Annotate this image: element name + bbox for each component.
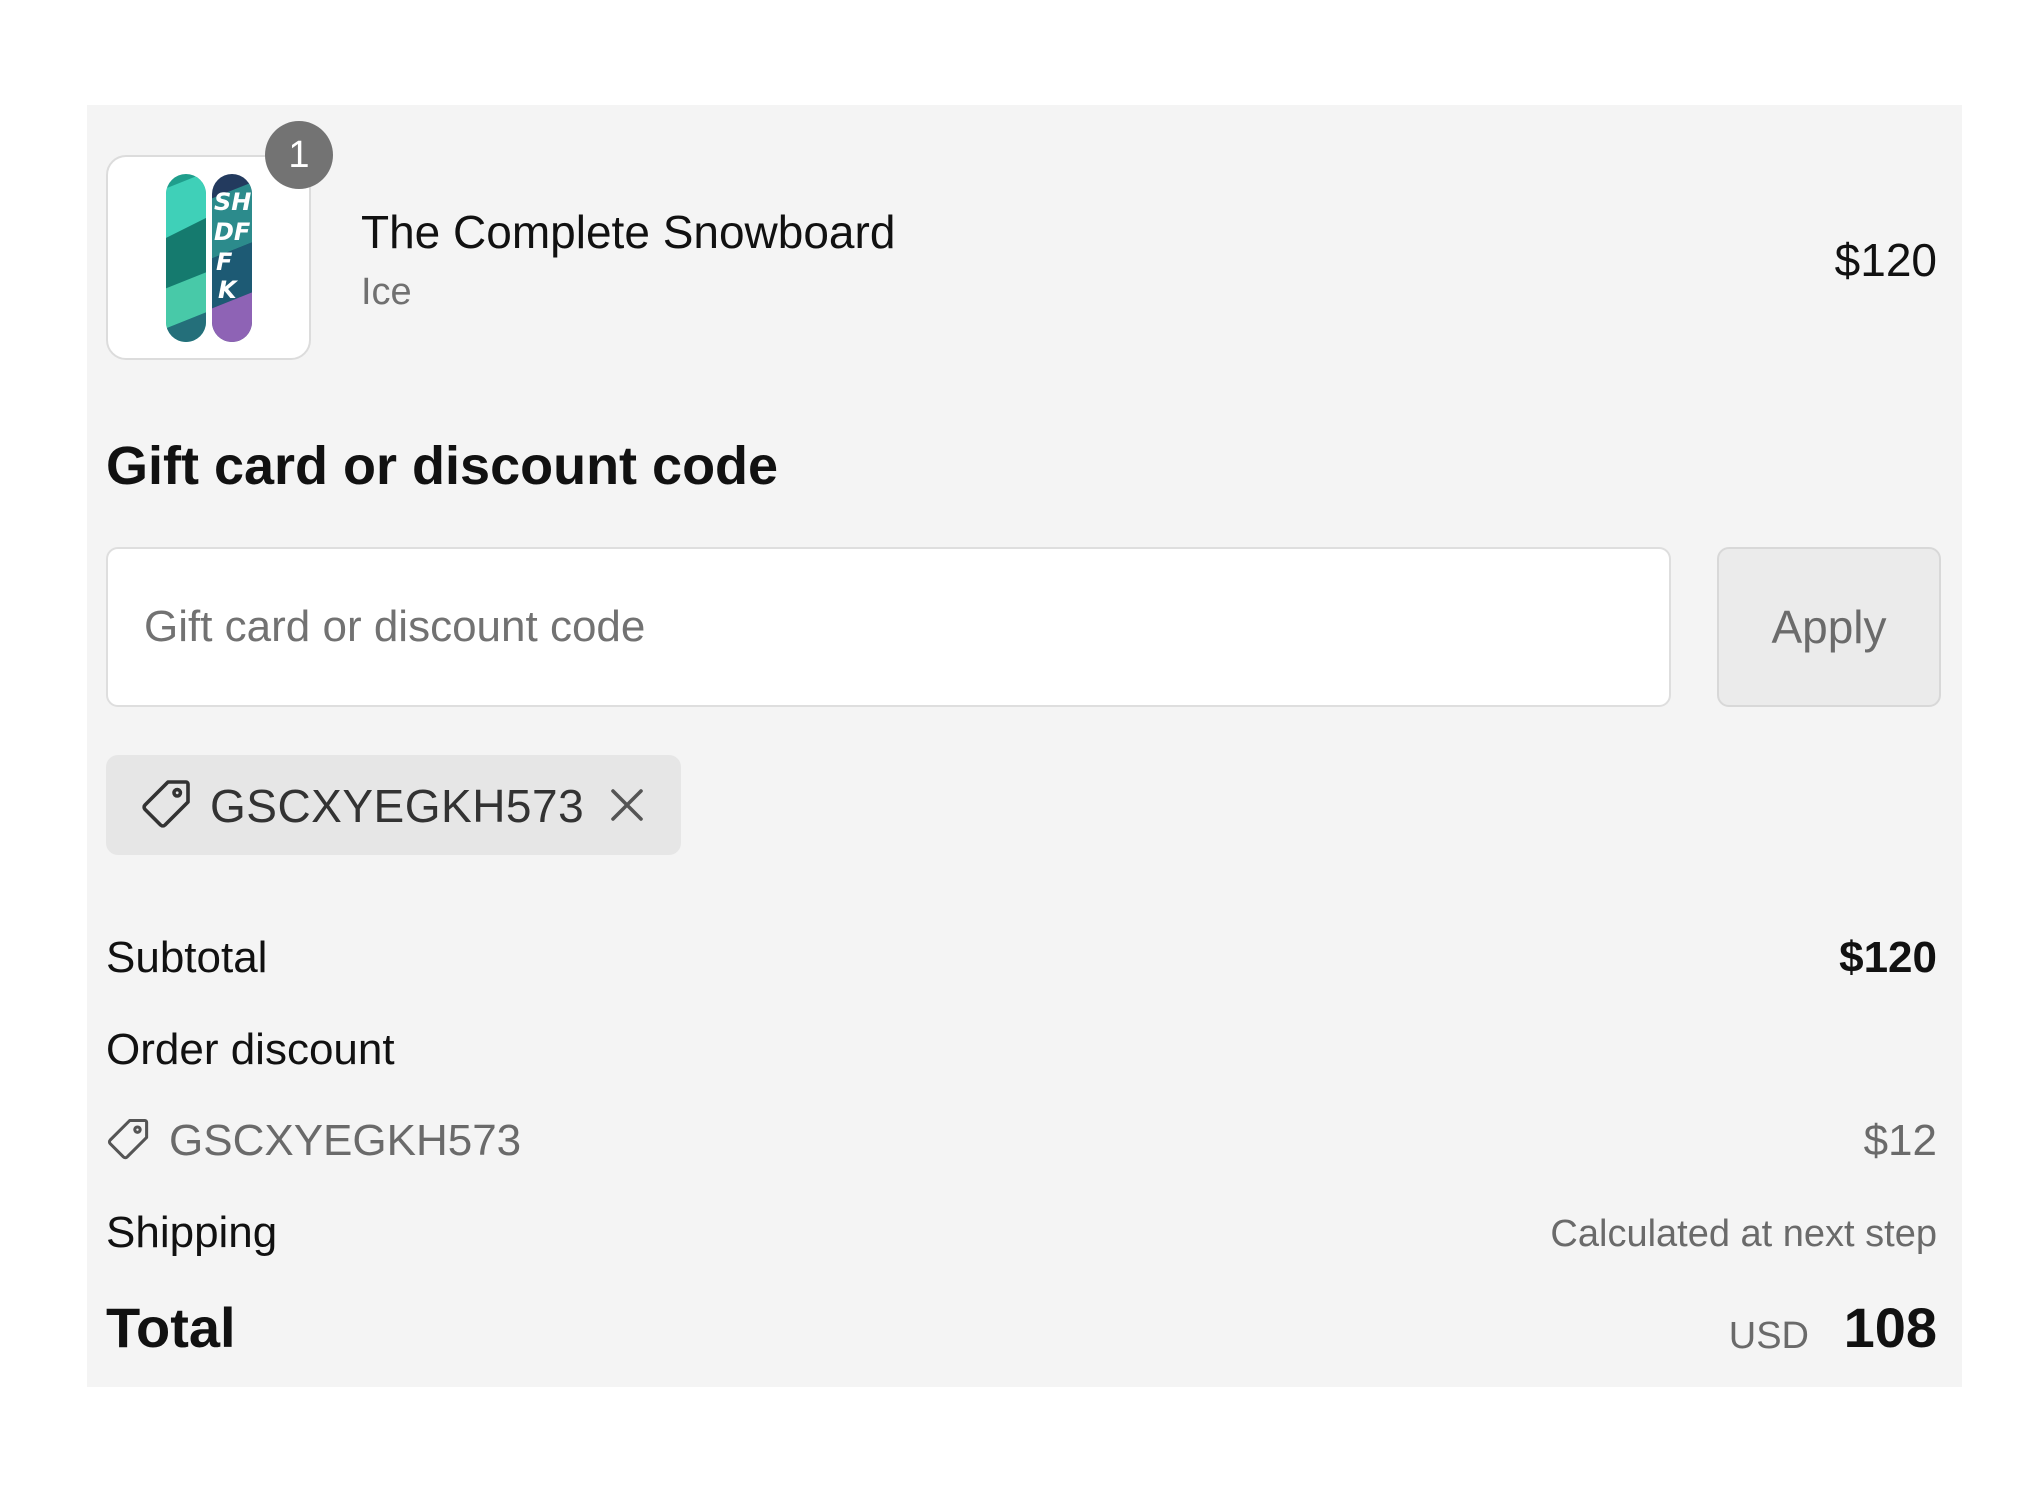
svg-text:SH: SH: [214, 188, 251, 216]
tag-icon: [106, 1117, 150, 1168]
quantity-badge: 1: [265, 121, 333, 189]
discount-line-code: GSCXYEGKH573: [169, 1116, 522, 1165]
svg-text:F: F: [216, 248, 233, 276]
order-discount-label: Order discount: [106, 1025, 395, 1074]
applied-discount-code: GSCXYEGKH573: [210, 780, 585, 832]
tag-icon: [140, 778, 192, 837]
total-currency: USD: [1728, 1315, 1809, 1357]
product-title: The Complete Snowboard: [361, 206, 896, 258]
shipping-value: Calculated at next step: [1550, 1213, 1937, 1255]
svg-text:DF: DF: [214, 218, 251, 246]
snowboard-image: SH DF F K: [166, 174, 252, 342]
discount-section-heading: Gift card or discount code: [106, 436, 779, 496]
discount-amount: $12: [1863, 1116, 1937, 1165]
apply-button[interactable]: Apply: [1717, 547, 1941, 707]
product-variant: Ice: [361, 271, 412, 313]
order-summary-panel: SH DF F K 1 The Complete Snowboard Ice $…: [87, 105, 1962, 1387]
product-thumbnail: SH DF F K: [106, 155, 311, 360]
product-price: $120: [1834, 234, 1937, 286]
discount-code-input[interactable]: [106, 547, 1671, 707]
shipping-label: Shipping: [106, 1208, 278, 1257]
subtotal-label: Subtotal: [106, 933, 268, 982]
total-amount: 108: [1843, 1296, 1937, 1359]
total-label: Total: [106, 1296, 236, 1359]
svg-text:K: K: [218, 276, 239, 304]
applied-discount-chip: GSCXYEGKH573: [106, 755, 681, 855]
subtotal-value: $120: [1839, 933, 1937, 982]
close-icon[interactable]: [609, 787, 645, 828]
